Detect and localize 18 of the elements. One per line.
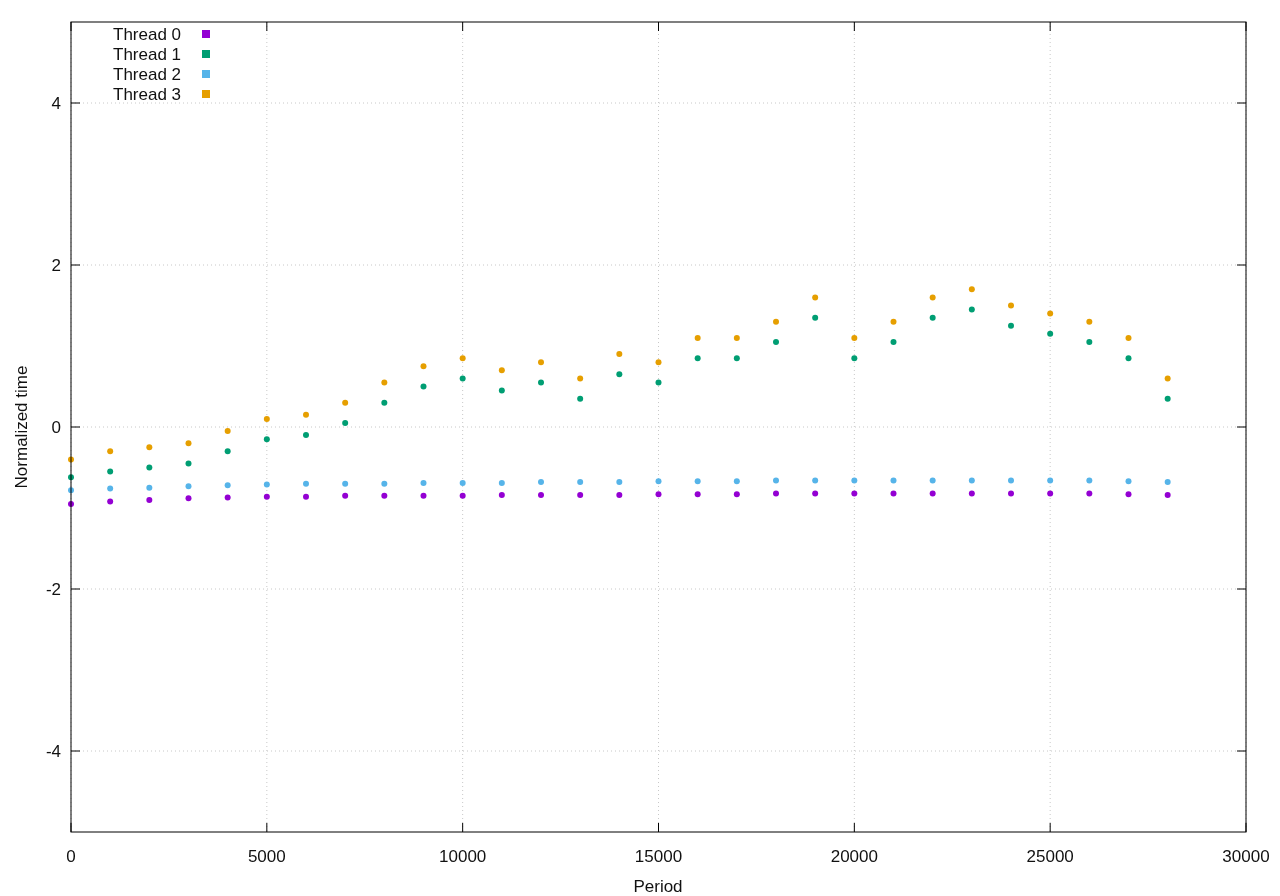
y-tick-label: 2 <box>51 256 61 275</box>
x-tick-label: 20000 <box>830 847 878 866</box>
y-tick-label: 4 <box>51 94 61 113</box>
legend-label: Thread 1 <box>113 45 182 64</box>
x-tick-label: 10000 <box>439 847 487 866</box>
legend-label: Thread 2 <box>113 65 182 84</box>
y-tick-label: 0 <box>51 418 61 437</box>
x-axis-label: Period <box>633 877 683 896</box>
y-tick-label: -2 <box>45 580 61 599</box>
y-axis-label: Normalized time <box>12 365 31 489</box>
legend-label: Thread 3 <box>113 85 182 104</box>
x-tick-label: 15000 <box>634 847 683 866</box>
x-tick-label: 5000 <box>247 847 286 866</box>
x-tick-label: 25000 <box>1026 847 1074 866</box>
x-tick-label: 0 <box>66 847 76 866</box>
legend-label: Thread 0 <box>113 25 182 44</box>
x-tick-label: 30000 <box>1222 847 1270 866</box>
y-tick-label: -4 <box>45 742 61 761</box>
